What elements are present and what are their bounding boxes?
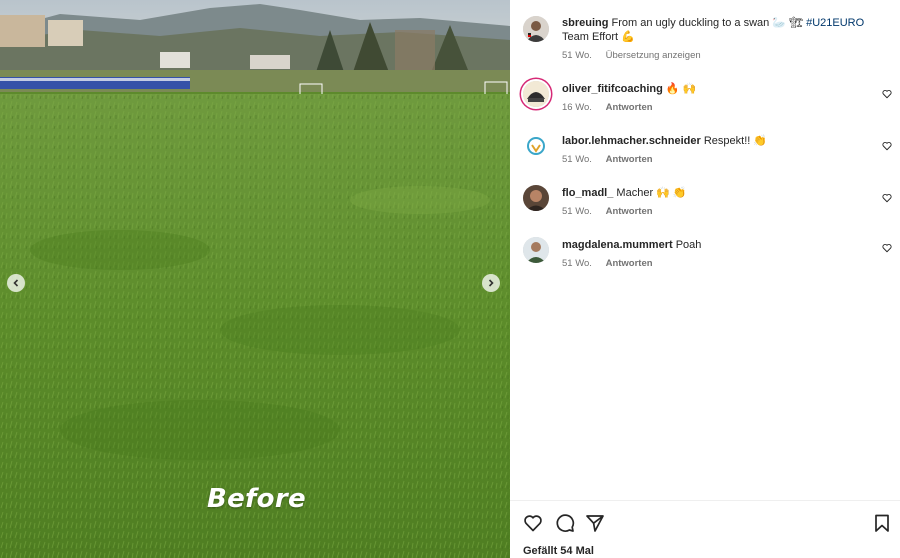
avatar[interactable] (523, 16, 549, 42)
comment-text: Poah (675, 239, 702, 251)
caption-text-after: Team Effort 💪 (562, 31, 635, 43)
reply-button[interactable]: Antworten (606, 206, 653, 217)
likes-count[interactable]: Gefällt 54 Mal (523, 545, 594, 557)
previous-image-button[interactable] (7, 274, 25, 292)
field-photo (0, 0, 510, 558)
chevron-left-icon (13, 279, 19, 287)
comment-text: 🔥 🙌 (665, 83, 697, 95)
comment-username[interactable]: magdalena.mummert (562, 239, 673, 251)
comment-text: Respekt!! 👏 (703, 135, 768, 147)
send-icon[interactable] (585, 513, 605, 533)
heart-icon[interactable] (523, 513, 543, 533)
comments-panel: sbreuing From an ugly duckling to a swan… (510, 0, 900, 558)
image-overlay-text: Before (207, 484, 306, 514)
caption-time[interactable]: 51 Wo. (562, 50, 592, 61)
caption-hashtag[interactable]: #U21EURO (806, 17, 864, 29)
action-bar: Gefällt 54 Mal (510, 500, 900, 558)
heart-icon[interactable] (882, 141, 892, 151)
reply-button[interactable]: Antworten (606, 258, 653, 269)
avatar[interactable] (523, 237, 549, 263)
bookmark-icon[interactable] (872, 513, 892, 533)
comment-icon[interactable] (555, 513, 575, 533)
avatar[interactable] (523, 133, 549, 159)
comment-time[interactable]: 51 Wo. (562, 206, 592, 217)
post-media: Before (0, 0, 510, 558)
comment-username[interactable]: oliver_fitifcoaching (562, 83, 663, 95)
comment-time[interactable]: 16 Wo. (562, 102, 592, 113)
translate-link[interactable]: Übersetzung anzeigen (606, 50, 701, 61)
chevron-right-icon (488, 279, 494, 287)
comment-time[interactable]: 51 Wo. (562, 258, 592, 269)
comment-text: Macher 🙌 👏 (616, 187, 687, 199)
comment-username[interactable]: flo_madl_ (562, 187, 613, 199)
caption-username[interactable]: sbreuing (562, 17, 608, 29)
caption-text: From an ugly duckling to a swan 🦢 🏗 (611, 17, 804, 29)
heart-icon[interactable] (882, 243, 892, 253)
next-image-button[interactable] (482, 274, 500, 292)
reply-button[interactable]: Antworten (606, 154, 653, 165)
heart-icon[interactable] (882, 89, 892, 99)
reply-button[interactable]: Antworten (606, 102, 653, 113)
avatar[interactable] (523, 185, 549, 211)
comment-username[interactable]: labor.lehmacher.schneider (562, 135, 701, 147)
avatar[interactable] (523, 81, 549, 107)
heart-icon[interactable] (882, 193, 892, 203)
comment-time[interactable]: 51 Wo. (562, 154, 592, 165)
